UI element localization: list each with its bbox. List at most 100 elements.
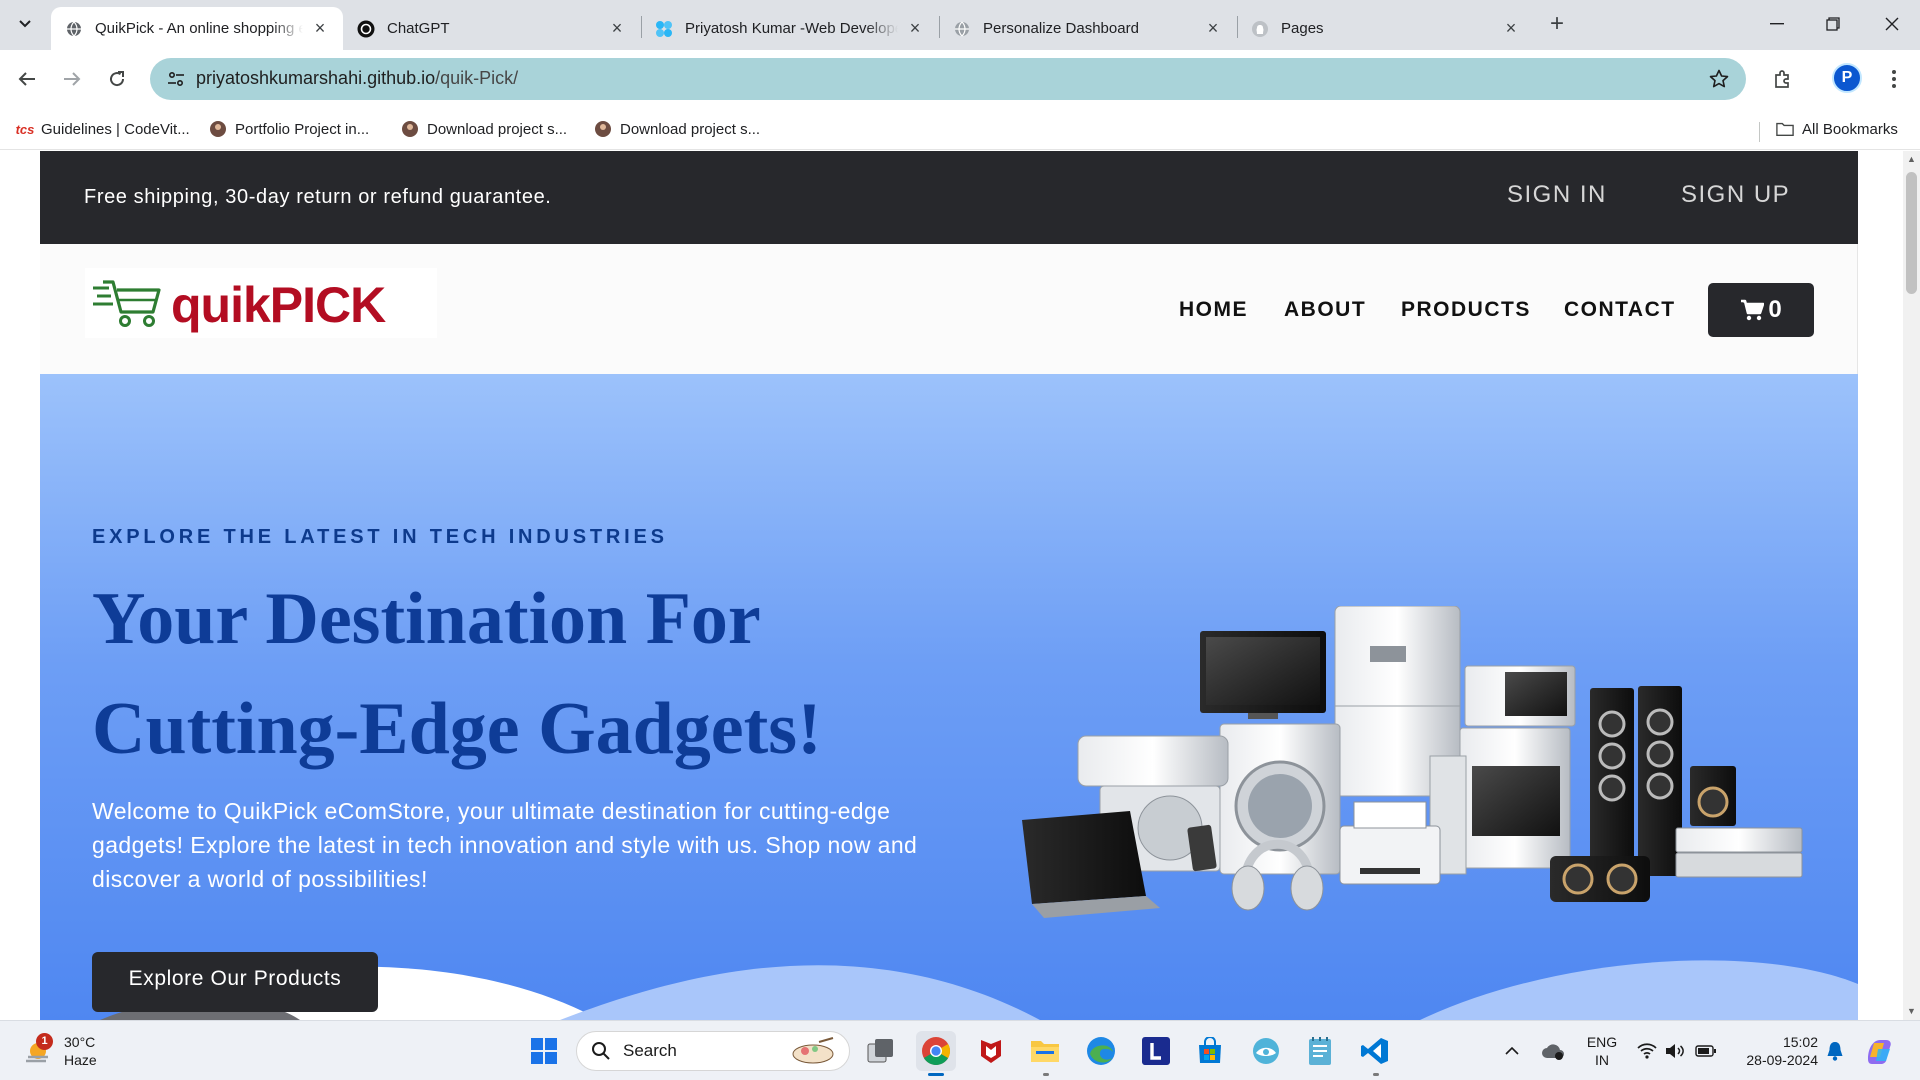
- scroll-up-arrow[interactable]: ▲: [1907, 155, 1916, 164]
- tab-close-button[interactable]: ×: [1204, 18, 1222, 38]
- task-view-button[interactable]: [861, 1031, 901, 1071]
- sign-up-link[interactable]: SIGN UP: [1681, 181, 1790, 209]
- hero-kicker: EXPLORE THE LATEST IN TECH INDUSTRIES: [92, 526, 668, 548]
- l-app-taskbar-button[interactable]: [1136, 1031, 1176, 1071]
- notifications-button[interactable]: [1824, 1031, 1846, 1071]
- puzzle-icon: [655, 20, 673, 38]
- minimize-button[interactable]: [1749, 0, 1805, 48]
- windows-taskbar: 1 30°C Haze Search ENG IN 15:02 28-09-20…: [0, 1020, 1920, 1080]
- restore-button[interactable]: [1805, 0, 1861, 48]
- extensions-button[interactable]: [1766, 62, 1800, 96]
- nav-about[interactable]: ABOUT: [1284, 298, 1366, 322]
- wifi-icon: [1637, 1043, 1657, 1059]
- bookmark-item[interactable]: tcs Guidelines | CodeVit...: [13, 117, 190, 141]
- chrome-taskbar-button[interactable]: [916, 1031, 956, 1071]
- logo-text: quikPICK: [171, 277, 386, 333]
- hero-title: Your Destination For Cutting-Edge Gadget…: [92, 564, 952, 784]
- promo-bar: Free shipping, 30-day return or refund g…: [40, 151, 1858, 244]
- page-scrollbar[interactable]: ▲ ▼: [1903, 151, 1920, 1020]
- l-app-icon: [1142, 1037, 1170, 1065]
- site-info-icon[interactable]: [164, 67, 188, 91]
- volume-status[interactable]: [1664, 1031, 1686, 1071]
- browser-toolbar: priyatoshkumarshahi.github.io/quik-Pick/…: [0, 50, 1920, 108]
- notepad-icon: [1309, 1037, 1331, 1065]
- scroll-down-arrow[interactable]: ▼: [1907, 1007, 1916, 1016]
- file-explorer-button[interactable]: [1025, 1031, 1065, 1071]
- explore-products-button[interactable]: Explore Our Products: [92, 952, 378, 1012]
- app-icon: [1253, 1038, 1279, 1064]
- sign-in-link[interactable]: SIGN IN: [1507, 181, 1607, 209]
- cart-button[interactable]: 0: [1708, 283, 1814, 337]
- battery-icon: [1695, 1045, 1716, 1057]
- weather-temperature: 30°C: [64, 1034, 96, 1050]
- start-button[interactable]: [524, 1031, 564, 1071]
- tab-search-button[interactable]: [9, 8, 41, 40]
- reload-button[interactable]: [100, 62, 134, 96]
- edge-taskbar-button[interactable]: [1081, 1031, 1121, 1071]
- hero-title-line: Cutting-Edge Gadgets!: [92, 688, 822, 770]
- tab-title: ChatGPT: [387, 20, 450, 37]
- new-tab-button[interactable]: +: [1543, 10, 1571, 38]
- all-bookmarks-button[interactable]: All Bookmarks: [1776, 117, 1898, 141]
- nav-home[interactable]: HOME: [1179, 298, 1248, 322]
- show-hidden-icons-button[interactable]: [1502, 1031, 1522, 1071]
- copilot-button[interactable]: [1862, 1031, 1896, 1071]
- tab-pages[interactable]: Pages ×: [1237, 7, 1534, 50]
- url-text[interactable]: priyatoshkumarshahi.github.io/quik-Pick/: [196, 68, 518, 89]
- bookmark-label: Portfolio Project in...: [235, 120, 370, 138]
- tab-close-button[interactable]: ×: [1502, 18, 1520, 38]
- bell-icon: [1827, 1042, 1843, 1061]
- forward-button[interactable]: [55, 62, 89, 96]
- notepad-taskbar-button[interactable]: [1300, 1031, 1340, 1071]
- taskbar-search[interactable]: Search: [576, 1031, 850, 1071]
- hero-description: Welcome to QuikPick eComStore, your ulti…: [92, 798, 918, 892]
- bookmark-item[interactable]: Download project s...: [594, 117, 760, 141]
- vscode-icon: [1361, 1038, 1388, 1064]
- back-button[interactable]: [10, 62, 44, 96]
- all-bookmarks-label: All Bookmarks: [1802, 120, 1898, 138]
- mcafee-taskbar-button[interactable]: [971, 1031, 1011, 1071]
- tab-priyatosh[interactable]: Priyatosh Kumar -Web Developer ×: [641, 7, 938, 50]
- site-logo[interactable]: quikPICK: [85, 268, 437, 338]
- app-taskbar-button[interactable]: [1246, 1031, 1286, 1071]
- tab-personalize-dashboard[interactable]: Personalize Dashboard ×: [939, 7, 1236, 50]
- bookmark-item[interactable]: Download project s...: [401, 117, 567, 141]
- language-code: ENG: [1586, 1034, 1618, 1050]
- github-icon: [1251, 20, 1269, 38]
- address-bar[interactable]: priyatoshkumarshahi.github.io/quik-Pick/: [150, 58, 1746, 100]
- chrome-menu-button[interactable]: [1882, 62, 1906, 96]
- bookmark-label: Download project s...: [620, 120, 761, 138]
- weather-widget[interactable]: 1 30°C Haze: [22, 1031, 97, 1071]
- scrollbar-thumb[interactable]: [1906, 172, 1917, 294]
- avatar-icon: [594, 120, 612, 138]
- search-label: Search: [623, 1041, 677, 1060]
- nav-contact[interactable]: CONTACT: [1564, 298, 1676, 322]
- vscode-taskbar-button[interactable]: [1355, 1031, 1395, 1071]
- tcs-icon: tcs: [15, 121, 35, 137]
- reload-icon: [110, 71, 125, 87]
- profile-avatar[interactable]: P: [1832, 63, 1862, 93]
- onedrive-tray-button[interactable]: [1540, 1031, 1566, 1071]
- tab-close-button[interactable]: ×: [608, 18, 626, 38]
- tab-title: Pages: [1281, 20, 1324, 37]
- taskbar-clock[interactable]: 15:02 28-09-2024: [1728, 1033, 1818, 1069]
- running-indicator: [928, 1073, 944, 1076]
- file-explorer-icon: [1031, 1041, 1059, 1062]
- close-window-button[interactable]: [1864, 0, 1920, 48]
- url-host: priyatoshkumarshahi.github.io: [196, 68, 436, 88]
- tab-close-button[interactable]: ×: [906, 18, 924, 38]
- cart-icon: [1740, 299, 1765, 321]
- language-indicator[interactable]: ENG IN: [1584, 1033, 1620, 1069]
- nav-products[interactable]: PRODUCTS: [1401, 298, 1531, 322]
- bookmark-item[interactable]: Portfolio Project in...: [209, 117, 369, 141]
- battery-status[interactable]: [1694, 1031, 1718, 1071]
- weather-condition: Haze: [64, 1052, 97, 1068]
- copilot-icon: [1868, 1040, 1891, 1064]
- bookmark-star-button[interactable]: [1708, 68, 1730, 90]
- wifi-status[interactable]: [1636, 1031, 1658, 1071]
- tab-chatgpt[interactable]: ChatGPT ×: [343, 7, 640, 50]
- microsoft-store-button[interactable]: [1190, 1031, 1230, 1071]
- tab-quikpick[interactable]: QuikPick - An online shopping eCommerce …: [51, 7, 343, 50]
- tab-close-button[interactable]: ×: [311, 18, 329, 38]
- weather-icon: 1: [22, 1033, 54, 1067]
